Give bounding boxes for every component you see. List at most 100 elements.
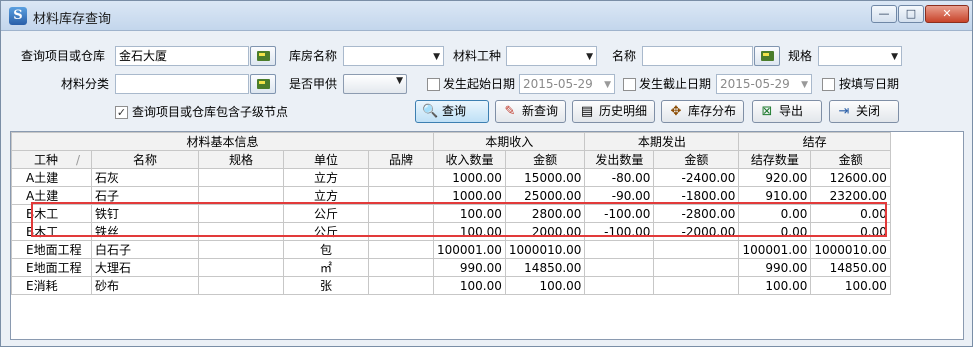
cell-bal-amt: 23200.00 bbox=[810, 186, 891, 205]
supplied-select[interactable]: ▼ bbox=[343, 74, 407, 94]
cell-bal-qty: 100.00 bbox=[738, 276, 812, 295]
stock-grid[interactable]: 材料基本信息 本期收入 本期发出 结存 工种 / 名称 规格 单位 品牌 收入数量… bbox=[10, 131, 964, 340]
cell-out-qty: -90.00 bbox=[584, 186, 655, 205]
cell-out-qty: -100.00 bbox=[584, 222, 655, 241]
cell-out-amt: -2800.00 bbox=[653, 204, 740, 223]
close-window-button[interactable]: ✕ bbox=[925, 5, 969, 23]
cell-bal-amt: 14850.00 bbox=[810, 258, 891, 277]
column-header-name[interactable]: 名称 bbox=[91, 150, 199, 169]
column-header-kind[interactable]: 工种 / bbox=[11, 150, 92, 169]
cell-in-qty: 1000.00 bbox=[433, 186, 506, 205]
name-input[interactable] bbox=[642, 46, 753, 66]
exit-door-icon: ⇥ bbox=[838, 104, 850, 119]
table-row[interactable]: E地面工程 白石子包 100001.00 1000010.00 100001.00 100… bbox=[11, 240, 891, 259]
cell-bal-amt: 1000010.00 bbox=[810, 240, 891, 259]
supplied-label: 是否甲供 bbox=[289, 77, 338, 91]
room-select[interactable]: ▼ bbox=[343, 46, 444, 66]
cell-unit: ㎡ bbox=[283, 258, 369, 277]
include-children-checkbox[interactable]: ✓ bbox=[115, 106, 128, 119]
cell-unit: 立方 bbox=[283, 168, 369, 187]
column-header-bal-amt[interactable]: 金额 bbox=[810, 150, 891, 169]
close-button-label: 关闭 bbox=[856, 104, 881, 118]
cell-name: 石子 bbox=[91, 186, 199, 205]
cell-in-qty: 100.00 bbox=[433, 204, 506, 223]
table-row[interactable]: B木工 铁丝 公斤 100.00 2000.00 -100.00 -2000.00 0.00 0… bbox=[11, 222, 891, 241]
cell-name: 铁丝 bbox=[91, 222, 199, 241]
cell-in-qty: 100001.00 bbox=[433, 240, 506, 259]
cell-out-qty: -80.00 bbox=[584, 168, 655, 187]
name-label: 名称 bbox=[612, 49, 637, 63]
cell-out-amt bbox=[653, 240, 740, 259]
project-input[interactable]: 金石大厦 bbox=[115, 46, 249, 66]
column-header-unit[interactable]: 单位 bbox=[283, 150, 369, 169]
minimize-button[interactable]: — bbox=[871, 5, 897, 23]
category-label: 材料分类 bbox=[61, 77, 110, 91]
eraser-icon: ✎ bbox=[504, 104, 516, 119]
cell-in-amt: 2000.00 bbox=[504, 222, 586, 241]
cell-in-qty: 100.00 bbox=[433, 276, 506, 295]
cell-in-amt: 1000010.00 bbox=[504, 240, 586, 259]
column-header-spec[interactable]: 规格 bbox=[198, 150, 284, 169]
start-date-checkbox[interactable] bbox=[427, 78, 440, 91]
end-date-label: 发生截止日期 bbox=[639, 77, 712, 91]
table-row[interactable]: E地面工程 大理石㎡ 990.00 14850.00 990.00 14850.00 bbox=[11, 258, 891, 277]
column-header-out-qty[interactable]: 发出数量 bbox=[584, 150, 655, 169]
cell-bal-amt: 12600.00 bbox=[810, 168, 891, 187]
history-detail-button-label: 历史明细 bbox=[599, 104, 648, 118]
export-button[interactable]: ⊠ 导出 bbox=[752, 100, 822, 123]
cell-spec bbox=[198, 240, 284, 259]
spec-select[interactable]: ▼ bbox=[818, 46, 902, 66]
maximize-button[interactable]: □ bbox=[898, 5, 924, 23]
stock-distribution-button[interactable]: ✥ 库存分布 bbox=[661, 100, 744, 123]
history-detail-button[interactable]: ▤ 历史明细 bbox=[572, 100, 655, 123]
chevron-down-icon: ▼ bbox=[891, 52, 898, 62]
close-button[interactable]: ⇥ 关闭 bbox=[829, 100, 899, 123]
distribution-icon: ✥ bbox=[670, 104, 682, 119]
table-row[interactable]: E消耗 砂布张 100.00 100.00 100.00 100.00 bbox=[11, 276, 891, 295]
excel-icon: ⊠ bbox=[761, 104, 773, 119]
material-type-label: 材料工种 bbox=[453, 49, 502, 63]
fill-date-label: 按填写日期 bbox=[839, 77, 900, 91]
end-date-picker[interactable]: 2015-05-29 ▼ bbox=[716, 74, 812, 94]
new-query-button[interactable]: ✎ 新查询 bbox=[495, 100, 566, 123]
group-header-balance: 结存 bbox=[738, 132, 891, 151]
chevron-down-icon: ▼ bbox=[801, 80, 808, 90]
category-picker-button[interactable] bbox=[250, 74, 276, 94]
cell-in-amt: 25000.00 bbox=[504, 186, 586, 205]
cell-out-amt: -1800.00 bbox=[653, 186, 740, 205]
material-type-select[interactable]: ▼ bbox=[506, 46, 597, 66]
cell-name: 大理石 bbox=[91, 258, 199, 277]
cell-unit: 包 bbox=[283, 240, 369, 259]
include-children-label: 查询项目或仓库包含子级节点 bbox=[132, 105, 289, 119]
picker-icon bbox=[761, 51, 774, 61]
start-date-picker[interactable]: 2015-05-29 ▼ bbox=[519, 74, 615, 94]
cell-bal-amt: 100.00 bbox=[810, 276, 891, 295]
query-button[interactable]: 🔍 查询 bbox=[415, 100, 489, 123]
table-row[interactable]: A土建 石灰 立方 1000.00 15000.00 -80.00 -2400.00 920.… bbox=[11, 168, 891, 187]
cell-spec bbox=[198, 186, 284, 205]
window-title: 材料库存查询 bbox=[33, 12, 112, 27]
name-picker-button[interactable] bbox=[754, 46, 780, 66]
table-row[interactable]: B木工 铁钉 公斤 100.00 2800.00 -100.00 -2800.00 0.00 0… bbox=[11, 204, 891, 223]
export-button-label: 导出 bbox=[779, 104, 804, 118]
column-header-brand[interactable]: 品牌 bbox=[368, 150, 434, 169]
column-header-out-amt[interactable]: 金额 bbox=[653, 150, 740, 169]
cell-name: 石灰 bbox=[91, 168, 199, 187]
cell-brand bbox=[368, 258, 434, 277]
query-button-label: 查询 bbox=[442, 104, 467, 118]
project-picker-button[interactable] bbox=[250, 46, 276, 66]
cell-spec bbox=[198, 168, 284, 187]
cell-in-amt: 15000.00 bbox=[504, 168, 586, 187]
column-header-in-amt[interactable]: 金额 bbox=[504, 150, 586, 169]
fill-date-checkbox[interactable] bbox=[822, 78, 835, 91]
column-header-in-qty[interactable]: 收入数量 bbox=[433, 150, 506, 169]
cell-out-qty: -100.00 bbox=[584, 204, 655, 223]
end-date-value: 2015-05-29 bbox=[720, 77, 790, 91]
room-label: 库房名称 bbox=[289, 49, 338, 63]
table-row[interactable]: A土建 石子 立方 1000.00 25000.00 -90.00 -1800.00 910.… bbox=[11, 186, 891, 205]
category-input[interactable] bbox=[115, 74, 249, 94]
end-date-checkbox[interactable] bbox=[623, 78, 636, 91]
chevron-down-icon: ▼ bbox=[586, 52, 593, 62]
cell-kind: A土建 bbox=[11, 186, 92, 205]
column-header-bal-qty[interactable]: 结存数量 bbox=[738, 150, 812, 169]
